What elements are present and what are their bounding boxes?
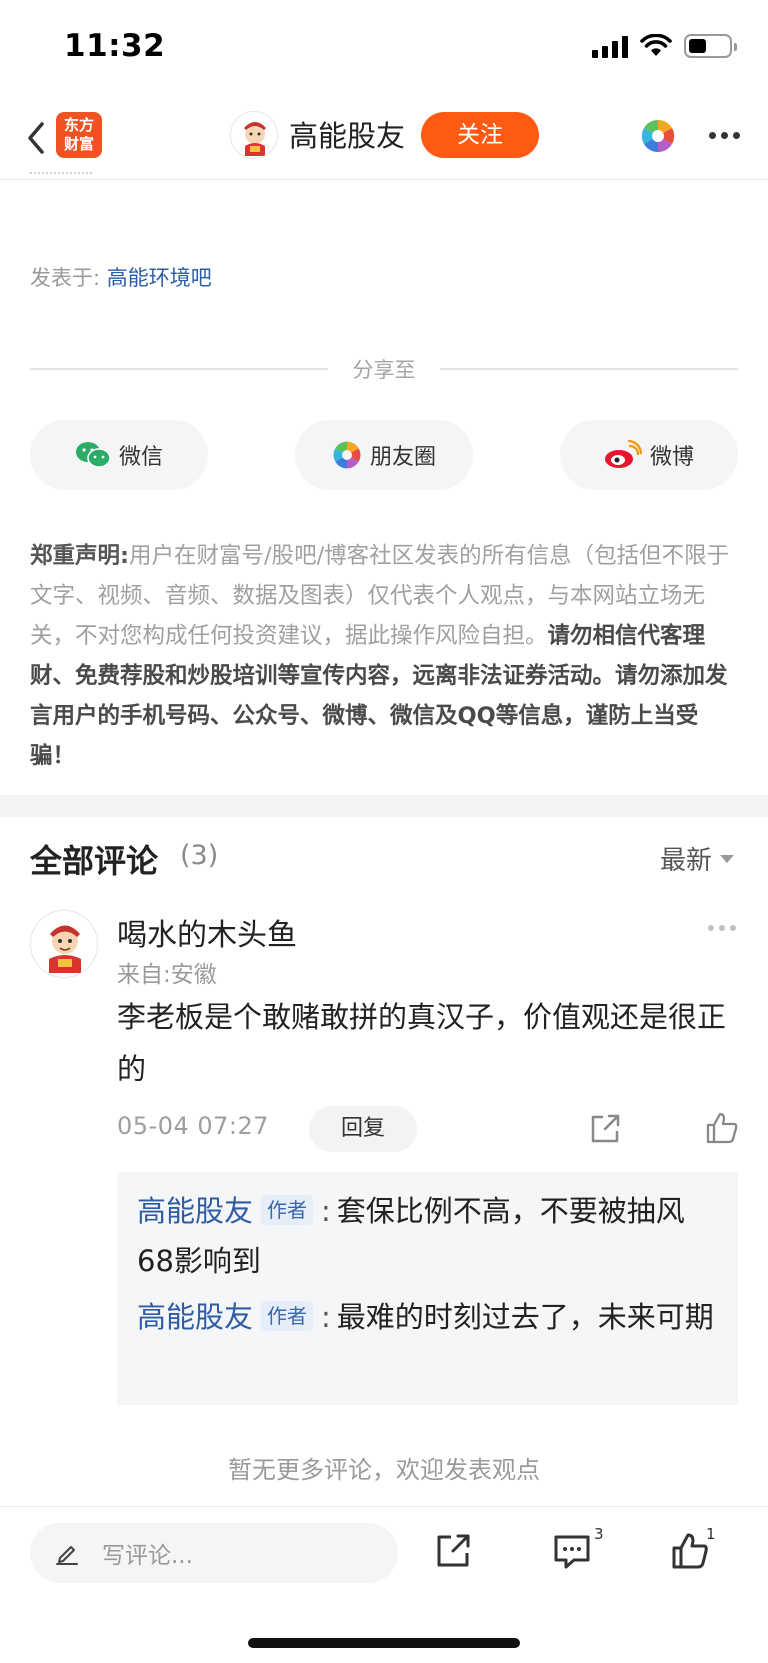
truncated-content-marker xyxy=(30,172,92,176)
replies-box: 高能股友 作者: 套保比例不高，不要被抽风68影响到 高能股友 作者: 最难的时刻过去了… xyxy=(117,1172,738,1405)
app-logo[interactable]: 东方 财富 xyxy=(56,112,102,158)
reply-item[interactable]: 高能股友 作者: 套保比例不高，不要被抽风68影响到 xyxy=(137,1186,718,1286)
reply-user[interactable]: 高能股友 xyxy=(137,1300,253,1334)
commenter-location: 来自:安徽 xyxy=(117,962,217,988)
comments-count-badge: 3 xyxy=(594,1525,604,1543)
more-options-icon[interactable] xyxy=(709,132,740,139)
weibo-icon xyxy=(604,440,642,468)
wechat-icon xyxy=(75,442,111,468)
share-moments-label: 朋友圈 xyxy=(369,445,436,470)
commenter-name[interactable]: 喝水的木头鱼 xyxy=(117,910,297,954)
app-logo-line2: 财富 xyxy=(63,135,94,153)
disclaimer-heading: 郑重声明: xyxy=(30,543,129,569)
comments-icon[interactable] xyxy=(552,1531,592,1571)
no-more-comments: 暂无更多评论，欢迎发表观点 xyxy=(228,1456,540,1484)
commenter-avatar[interactable] xyxy=(30,910,98,978)
share-title: 分享至 xyxy=(352,358,416,382)
nav-bar: 东方 财富 高能股友 关注 xyxy=(0,96,768,180)
sort-dropdown[interactable]: 最新 xyxy=(660,840,734,877)
back-icon[interactable] xyxy=(18,114,54,162)
sort-label: 最新 xyxy=(659,846,712,876)
share-icon[interactable] xyxy=(588,1112,622,1146)
home-indicator[interactable] xyxy=(248,1638,520,1648)
reply-button[interactable]: 回复 xyxy=(309,1106,417,1152)
comment-text: 李老板是个敢赌敢拼的真汉子，价值观还是很正的 xyxy=(117,1000,727,1086)
pencil-icon xyxy=(56,1546,78,1565)
battery-icon xyxy=(684,34,737,58)
status-time: 11:32 xyxy=(64,28,166,64)
cellular-signal-icon xyxy=(592,34,628,58)
author-tag: 作者 xyxy=(261,1301,314,1331)
aperture-icon[interactable] xyxy=(640,118,676,154)
comments-count: (3) xyxy=(180,840,219,871)
reply-separator: : xyxy=(321,1194,331,1228)
share-wechat-button[interactable]: 微信 xyxy=(30,420,208,490)
status-bar: 11:32 xyxy=(0,0,768,96)
caret-down-icon xyxy=(720,854,734,863)
comment-input-placeholder: 写评论... xyxy=(102,1543,193,1569)
comment-input[interactable]: 写评论... xyxy=(30,1523,398,1583)
account-avatar[interactable] xyxy=(230,111,278,159)
account-name[interactable]: 高能股友 xyxy=(289,113,405,155)
share-wechat-label: 微信 xyxy=(118,445,163,470)
forum-link[interactable]: 高能环境吧 xyxy=(107,266,212,290)
moments-icon xyxy=(333,441,361,469)
app-logo-line1: 东方 xyxy=(63,116,94,134)
section-divider xyxy=(0,795,768,817)
reply-separator: : xyxy=(321,1300,331,1334)
like-icon[interactable] xyxy=(704,1110,740,1146)
comments-title: 全部评论 xyxy=(30,842,159,880)
bottom-bar: 写评论... 3 1 xyxy=(0,1506,768,1663)
comment-more-icon[interactable] xyxy=(708,925,736,931)
status-icons xyxy=(592,34,737,58)
share-weibo-label: 微博 xyxy=(649,445,694,470)
posted-in: 发表于: 高能环境吧 xyxy=(30,262,212,292)
reply-user[interactable]: 高能股友 xyxy=(137,1194,253,1228)
comment-time: 05-04 07:27 xyxy=(117,1112,270,1140)
like-count-badge: 1 xyxy=(706,1525,716,1543)
reply-text: 最难的时刻过去了，未来可期 xyxy=(336,1300,714,1334)
follow-button[interactable]: 关注 xyxy=(421,112,539,158)
posted-in-label: 发表于: xyxy=(30,266,101,290)
reply-item[interactable]: 高能股友 作者: 最难的时刻过去了，未来可期 xyxy=(137,1292,718,1342)
disclaimer: 郑重声明:用户在财富号/股吧/博客社区发表的所有信息（包括但不限于文字、视频、音… xyxy=(30,536,738,776)
share-weibo-button[interactable]: 微博 xyxy=(560,420,738,490)
author-tag: 作者 xyxy=(261,1195,314,1225)
forward-icon[interactable] xyxy=(433,1531,473,1571)
share-divider: 分享至 xyxy=(30,354,738,384)
wifi-icon xyxy=(640,34,672,56)
share-moments-button[interactable]: 朋友圈 xyxy=(295,420,473,490)
like-icon[interactable] xyxy=(670,1531,710,1571)
